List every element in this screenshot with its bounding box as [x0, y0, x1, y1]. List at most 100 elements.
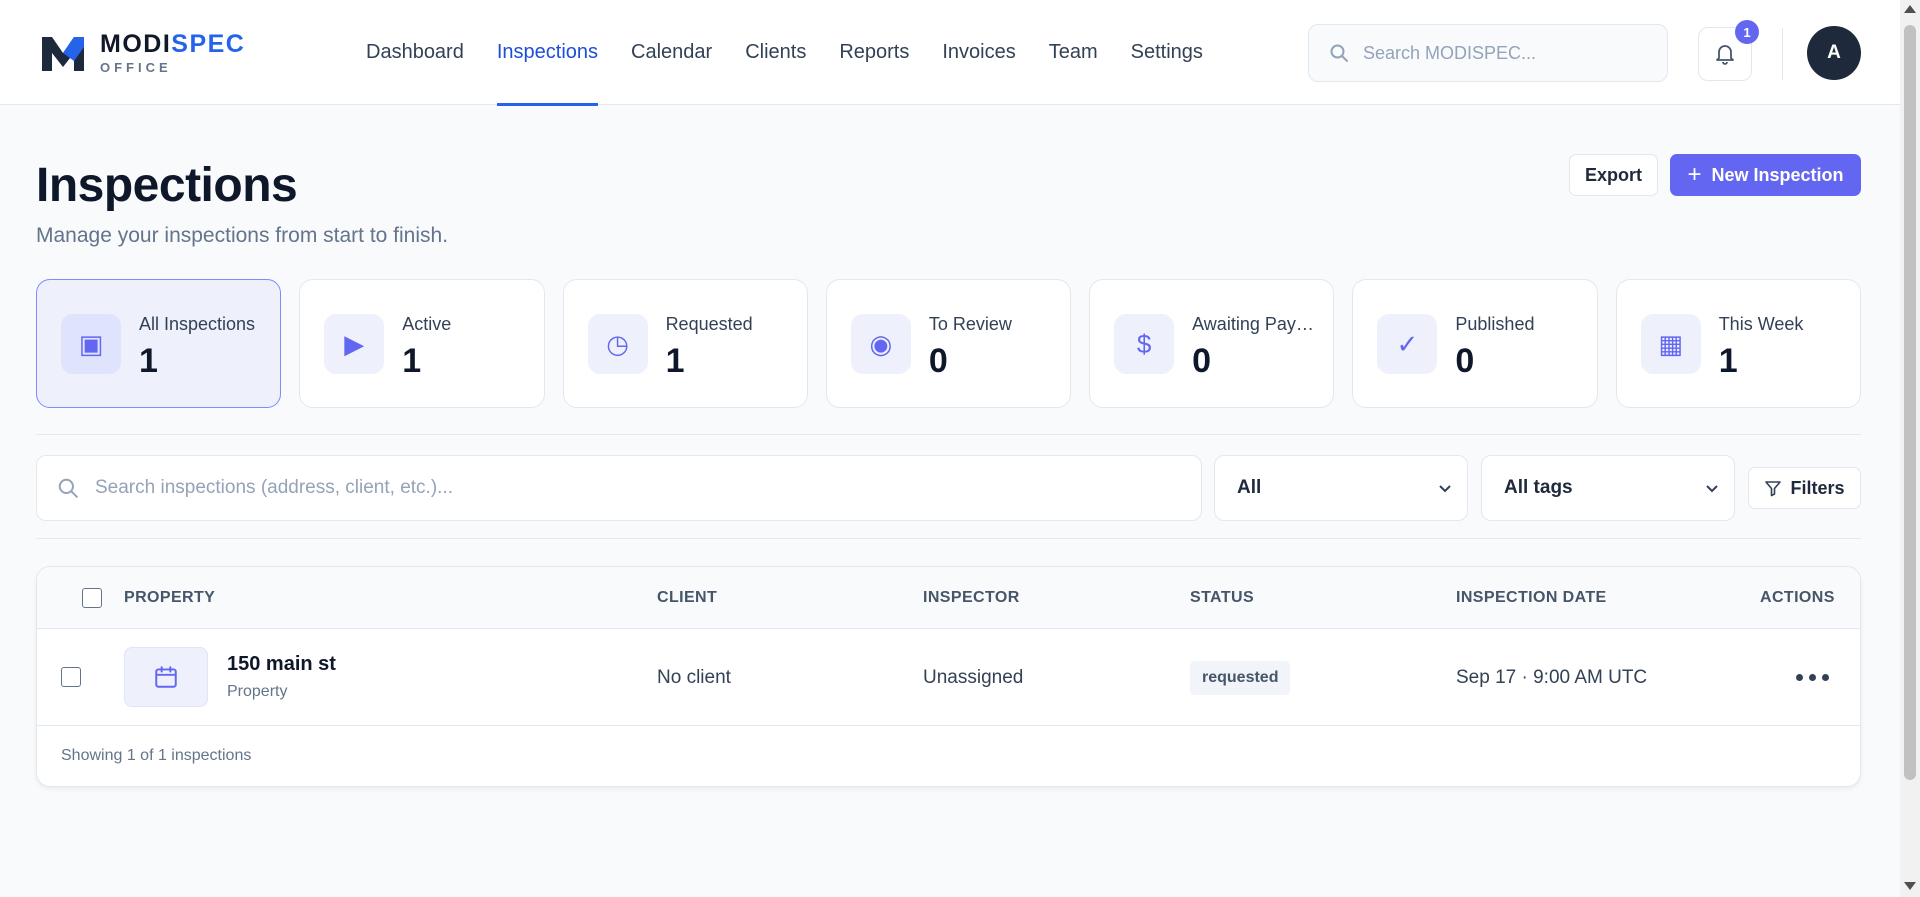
column-header-inspector[interactable]: INSPECTOR [923, 589, 1020, 607]
scroll-thumb[interactable] [1904, 25, 1916, 780]
stat-value: 0 [928, 342, 948, 380]
search-icon [58, 478, 78, 498]
global-search [1308, 24, 1668, 82]
stat-card-awaiting-payment[interactable]: $ Awaiting Payment 0 [1089, 279, 1335, 408]
stat-card-to-review[interactable]: ◉ To Review 0 [825, 279, 1072, 408]
inspection-search-input[interactable] [95, 477, 1175, 499]
search-icon [1330, 44, 1348, 62]
column-header-actions: ACTIONS [1760, 589, 1835, 606]
stat-label: Awaiting Payment [1192, 314, 1314, 334]
target-icon: ◉ [850, 314, 911, 374]
table-footer-count: Showing 1 of 1 inspections [61, 747, 252, 764]
table-header: PROPERTY CLIENT INSPECTOR STATUS INSPECT… [37, 567, 1860, 629]
grid-icon: ▦ [1640, 314, 1701, 374]
global-search-input[interactable] [1363, 42, 1653, 64]
more-dot-icon [1821, 673, 1829, 681]
bell-icon [1716, 45, 1734, 65]
stat-value: 1 [139, 342, 158, 380]
check-icon: ✓ [1377, 314, 1438, 374]
page-subtitle: Manage your inspections from start to fi… [36, 224, 449, 247]
property-thumbnail [124, 647, 208, 707]
filters-label: Filters [1790, 477, 1845, 498]
stat-label: Requested [665, 314, 753, 334]
status-badge: requested [1190, 661, 1291, 695]
stat-label: Published [1455, 314, 1535, 334]
stat-card-requested[interactable]: ◷ Requested 1 [562, 279, 808, 408]
filters-button[interactable]: Filters [1748, 467, 1861, 509]
stat-card-this-week[interactable]: ▦ This Week 1 [1615, 279, 1861, 408]
row-actions-menu-button[interactable] [1787, 665, 1837, 689]
chevron-down-icon [1439, 485, 1451, 493]
stat-card-active[interactable]: ▶ Active 1 [299, 279, 545, 408]
scroll-down-arrow-icon[interactable] [1904, 882, 1916, 890]
nav-calendar[interactable]: Calendar [631, 0, 712, 105]
section-divider [36, 538, 1861, 539]
square-icon: ▣ [61, 314, 121, 374]
brand-logo[interactable]: MODISPEC OFFICE [40, 30, 245, 75]
stat-label: This Week [1718, 314, 1804, 334]
stat-label: To Review [928, 314, 1012, 334]
logo-mark-icon [42, 36, 84, 71]
more-dot-icon [1795, 673, 1803, 681]
notifications-button[interactable]: 1 [1698, 20, 1759, 81]
nav-team[interactable]: Team [1049, 0, 1098, 105]
more-dot-icon [1808, 673, 1816, 681]
property-address[interactable]: 150 main st [227, 653, 336, 676]
stat-value: 1 [1718, 342, 1738, 380]
brand-name-part1: MODI [100, 30, 172, 58]
calendar-icon [155, 666, 177, 688]
top-navigation-bar: MODISPEC OFFICE Dashboard Inspections Ca… [0, 0, 1900, 106]
column-header-status[interactable]: STATUS [1190, 589, 1254, 607]
stat-value: 1 [665, 342, 685, 380]
header-divider [1782, 28, 1783, 80]
page-scrollbar[interactable] [1900, 0, 1920, 897]
stat-cards: ▣ All Inspections 1 ▶ Active 1 ◷ Request… [36, 279, 1861, 408]
tags-select-value: All tags [1504, 477, 1573, 498]
column-header-inspection-date[interactable]: INSPECTION DATE [1456, 589, 1607, 607]
stat-label: All Inspections [139, 314, 256, 334]
client-cell: No client [657, 667, 731, 688]
select-all-checkbox[interactable] [82, 588, 102, 608]
property-type: Property [227, 683, 288, 700]
nav-reports[interactable]: Reports [839, 0, 909, 105]
status-select[interactable]: All [1214, 455, 1468, 521]
column-header-property[interactable]: PROPERTY [124, 589, 215, 607]
nav-clients[interactable]: Clients [745, 0, 806, 105]
stat-card-all-inspections[interactable]: ▣ All Inspections 1 [36, 279, 282, 408]
notification-count-badge: 1 [1735, 20, 1759, 44]
column-header-client[interactable]: CLIENT [657, 589, 717, 607]
table-row[interactable]: 150 main st Property No client Unassigne… [37, 629, 1860, 726]
status-select-value: All [1237, 477, 1262, 498]
clock-icon: ◷ [587, 314, 648, 374]
brand-subtitle: OFFICE [100, 60, 172, 75]
inspections-table: PROPERTY CLIENT INSPECTOR STATUS INSPECT… [36, 566, 1861, 787]
brand-name: MODISPEC [100, 30, 245, 58]
scroll-up-arrow-icon[interactable] [1904, 5, 1916, 13]
nav-invoices[interactable]: Invoices [942, 0, 1015, 105]
inspection-search [36, 455, 1202, 521]
stat-value: 0 [1455, 342, 1475, 380]
filter-icon [1765, 481, 1782, 497]
inspector-cell: Unassigned [923, 667, 1024, 688]
page-title: Inspections [36, 159, 298, 212]
dollar-icon: $ [1114, 314, 1175, 374]
stat-value: 0 [1192, 342, 1212, 380]
stat-label: Active [402, 314, 452, 334]
new-inspection-button[interactable]: + New Inspection [1670, 154, 1861, 196]
nav-dashboard[interactable]: Dashboard [366, 0, 464, 105]
tags-select[interactable]: All tags [1481, 455, 1735, 521]
user-avatar[interactable]: A [1807, 26, 1861, 80]
nav-settings[interactable]: Settings [1131, 0, 1203, 105]
play-icon: ▶ [324, 314, 385, 374]
stat-card-published[interactable]: ✓ Published 0 [1352, 279, 1598, 408]
chevron-down-icon [1706, 485, 1718, 493]
nav-inspections[interactable]: Inspections [496, 0, 599, 106]
main-nav: Dashboard Inspections Calendar Clients R… [366, 0, 1236, 106]
plus-icon: + [1687, 161, 1702, 188]
export-button[interactable]: Export [1569, 154, 1658, 196]
row-checkbox[interactable] [61, 667, 81, 687]
section-divider [36, 434, 1861, 435]
brand-name-part2: SPEC [171, 30, 246, 58]
new-inspection-label: New Inspection [1711, 164, 1844, 185]
inspection-date-cell: Sep 17 · 9:00 AM UTC [1456, 667, 1648, 688]
